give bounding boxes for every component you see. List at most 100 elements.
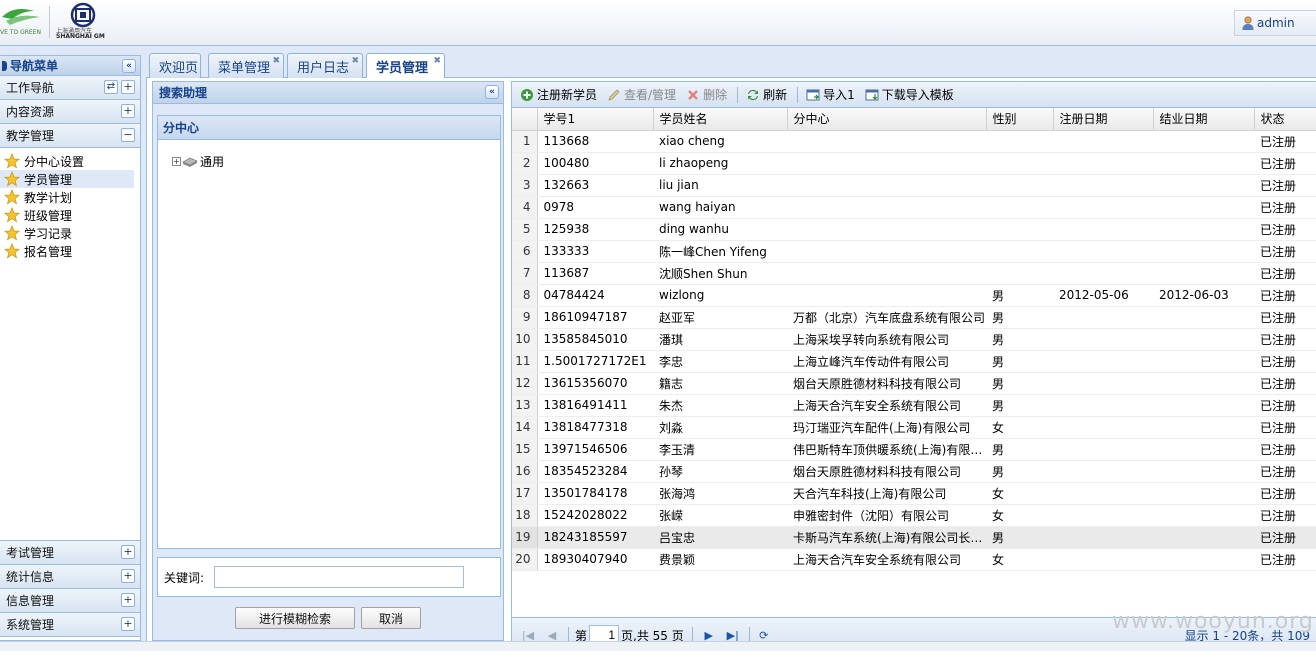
table-cell: 费景颖: [653, 548, 787, 571]
search-title: 搜索助理: [159, 86, 208, 100]
table-cell: [1153, 196, 1254, 219]
status-strip: [0, 641, 1316, 651]
table-cell: 已注册: [1254, 306, 1316, 329]
nav-collapse-icon[interactable]: «: [122, 59, 136, 73]
table-row[interactable]: 9 18610947187 赵亚军 万都（北京）汽车底盘系统有限公司男 已注册: [512, 306, 1316, 329]
refresh-button[interactable]: 刷新: [746, 86, 787, 103]
column-header[interactable]: 性别: [986, 108, 1054, 131]
column-header[interactable]: 学号1: [537, 108, 654, 131]
table-row[interactable]: 2 100480 li zhaopeng 已注册: [512, 152, 1316, 175]
expand-icon[interactable]: +: [121, 617, 135, 631]
keyword-input[interactable]: [214, 566, 465, 588]
table-cell: [1053, 174, 1153, 197]
download-template-button[interactable]: 下载导入模板: [865, 86, 954, 103]
table-cell: 125938: [537, 218, 653, 241]
nav-section-label: 信息管理: [6, 594, 55, 608]
table-cell: 113668: [537, 130, 653, 153]
view-manage-button[interactable]: 查看/管理: [607, 86, 676, 103]
button-label: 取消: [378, 611, 403, 626]
nav-section-work[interactable]: 工作导航 ⇄ +: [0, 76, 140, 100]
user-menu[interactable]: admin: [1234, 10, 1316, 36]
expand-icon[interactable]: +: [121, 80, 135, 94]
table-cell: [1153, 372, 1254, 395]
nav-tree-item[interactable]: 学习记录: [0, 224, 134, 242]
table-cell: [1153, 482, 1254, 505]
table-row[interactable]: 12 13615356070 籍志 烟台天原胜德材料科技有限公司男 已注册: [512, 372, 1316, 395]
table-cell: [1153, 504, 1254, 527]
table-row[interactable]: 5 125938 ding wanhu 已注册: [512, 218, 1316, 241]
branch-tree-node[interactable]: + 通用: [172, 153, 224, 170]
row-number: 18: [512, 504, 538, 527]
table-cell: 刘淼: [653, 416, 787, 439]
expand-icon[interactable]: +: [121, 569, 135, 583]
close-icon[interactable]: ✖: [351, 56, 359, 66]
table-row[interactable]: 7 113687 沈顺Shen Shun 已注册: [512, 262, 1316, 285]
nav-section[interactable]: 统计信息 +: [0, 565, 140, 589]
table-cell: [787, 130, 986, 153]
table-cell: 陈一峰Chen Yifeng: [653, 240, 787, 263]
table-cell: 15242028022: [537, 504, 653, 527]
table-cell: 18930407940: [537, 548, 653, 571]
table-cell: [986, 218, 1053, 241]
table-row[interactable]: 14 13818477318 刘淼 玛汀瑞亚汽车配件(上海)有限公司女 已注册: [512, 416, 1316, 439]
table-row[interactable]: 15 13971546506 李玉清 伟巴斯特车顶供暖系统(上海)有限公司男 已注册: [512, 438, 1316, 461]
close-icon[interactable]: ✖: [272, 56, 280, 66]
import-button[interactable]: 导入1: [806, 86, 855, 103]
search-collapse-icon[interactable]: «: [485, 85, 499, 99]
tab-menu-management[interactable]: 菜单管理 ✖: [208, 53, 284, 78]
table-cell: [1053, 350, 1153, 373]
tab-user-log[interactable]: 用户日志 ✖: [287, 53, 363, 78]
nav-tree-item[interactable]: 教学计划: [0, 188, 134, 206]
fuzzy-search-button[interactable]: 进行模糊检索: [235, 607, 355, 629]
expand-icon[interactable]: +: [121, 545, 135, 559]
table-row[interactable]: 1918243185597吕宝忠卡斯马汽车系统(上海)有限公司长春分公司男 已注册: [512, 526, 1316, 549]
table-row[interactable]: 4 0978 wang haiyan 已注册: [512, 196, 1316, 219]
row-number: 8: [512, 284, 538, 307]
table-row[interactable]: 13 13816491411 朱杰 上海天合汽车安全系统有限公司男 已注册: [512, 394, 1316, 417]
expand-icon[interactable]: +: [121, 593, 135, 607]
table-cell: [1053, 328, 1153, 351]
table-row[interactable]: 11 1.5001727172E1 李忠 上海立峰汽车传动件有限公司男 已注册: [512, 350, 1316, 373]
tab-welcome[interactable]: 欢迎页: [149, 53, 201, 78]
table-row[interactable]: 6 133333 陈一峰Chen Yifeng 已注册: [512, 240, 1316, 263]
nav-section[interactable]: 信息管理 +: [0, 589, 140, 613]
table-cell: [1153, 174, 1254, 197]
nav-tree-item[interactable]: 报名管理: [0, 242, 134, 260]
close-icon[interactable]: ✖: [433, 56, 441, 66]
column-header[interactable]: 分中心: [787, 108, 987, 131]
star-icon: [4, 243, 20, 259]
nav-tree-item[interactable]: 学员管理: [0, 170, 134, 188]
column-header[interactable]: 注册日期: [1053, 108, 1154, 131]
table-row[interactable]: 20 18930407940 费景颖 上海天合汽车安全系统有限公司女 已注册: [512, 548, 1316, 571]
table-row[interactable]: 17 13501784178 张海鸿 天合汽车科技(上海)有限公司女 已注册: [512, 482, 1316, 505]
nav-section-teaching[interactable]: 教学管理 −: [0, 124, 140, 148]
table-row[interactable]: 3 132663 liu jian 已注册: [512, 174, 1316, 197]
table-row[interactable]: 18 15242028022 张嵘 申雅密封件（沈阳）有限公司女 已注册: [512, 504, 1316, 527]
delete-button[interactable]: 删除: [686, 86, 727, 103]
table-row[interactable]: 8 04784424 wizlong 男 2012-05-06 2012-06-03 已注册: [512, 284, 1316, 307]
collapse-icon[interactable]: −: [121, 128, 135, 142]
expand-icon[interactable]: +: [172, 157, 181, 166]
nav-tree-item[interactable]: 班级管理: [0, 206, 134, 224]
refresh-icon[interactable]: ⇄: [104, 80, 118, 94]
nav-section-content[interactable]: 内容资源 +: [0, 100, 140, 124]
table-row[interactable]: 1 113668 xiao cheng 已注册: [512, 130, 1316, 153]
column-header[interactable]: 结业日期: [1153, 108, 1255, 131]
table-cell: 已注册: [1254, 372, 1316, 395]
nav-tree-item[interactable]: 分中心设置: [0, 152, 134, 170]
table-cell: [787, 174, 986, 197]
tab-student-management[interactable]: 学员管理 ✖: [366, 53, 445, 79]
branch-panel: 分中心 + 通用: [157, 115, 501, 549]
table-cell: [1153, 130, 1254, 153]
column-header[interactable]: 学员姓名: [653, 108, 788, 131]
table-row[interactable]: 10 13585845010 潘琪 上海采埃孚转向系统有限公司男 已注册: [512, 328, 1316, 351]
cancel-button[interactable]: 取消: [361, 607, 421, 629]
nav-section[interactable]: 考试管理 +: [0, 541, 140, 565]
table-row[interactable]: 16 18354523284 孙琴 烟台天原胜德材料科技有限公司男 已注册: [512, 460, 1316, 483]
nav-section[interactable]: 系统管理 +: [0, 613, 140, 637]
register-student-button[interactable]: 注册新学员: [520, 86, 597, 103]
expand-icon[interactable]: +: [121, 104, 135, 118]
table-cell: 上海天合汽车安全系统有限公司: [787, 394, 986, 417]
table-cell: 天合汽车科技(上海)有限公司: [787, 482, 986, 505]
column-header[interactable]: 状态: [1254, 108, 1316, 131]
